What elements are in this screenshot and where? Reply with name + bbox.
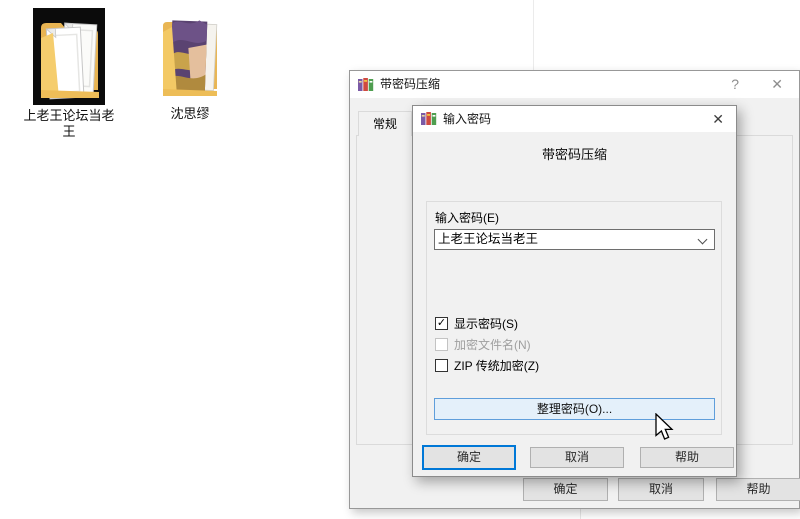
background-window-edge [533, 0, 534, 70]
encrypt-names-label: 加密文件名(N) [454, 337, 531, 352]
folder-label-1[interactable]: 上老王论坛当老王 [20, 108, 118, 140]
tab-general[interactable]: 常规 [358, 111, 412, 136]
checkbox-unchecked-icon[interactable] [435, 358, 448, 372]
password-combobox[interactable]: 上老王论坛当老王 [434, 229, 715, 250]
help-titlebar-button[interactable]: ? [731, 71, 739, 98]
folder-icon [41, 22, 99, 100]
close-icon[interactable]: ✕ [712, 106, 724, 132]
password-dialog-title: 输入密码 [443, 112, 492, 126]
encrypt-names-checkbox-row: 加密文件名(N) [435, 336, 531, 352]
background-window-edge-bottom [580, 509, 581, 519]
checkbox-checked-icon[interactable]: ✓ [435, 316, 448, 330]
password-input-label: 输入密码(E) [435, 211, 499, 225]
password-dialog: 输入密码 ✕ 带密码压缩 输入密码(E) 上老王论坛当老王 ✓ 显示密码(S) … [412, 105, 737, 477]
winrar-icon [358, 78, 374, 91]
password-dialog-titlebar[interactable]: 输入密码 ✕ [413, 106, 736, 132]
folder-label-2[interactable]: 沈思缪 [148, 106, 232, 122]
close-icon[interactable]: ✕ [771, 71, 783, 98]
cancel-button[interactable]: 取消 [618, 478, 704, 501]
ok-button[interactable]: 确定 [523, 478, 608, 501]
checkbox-disabled-icon [435, 337, 448, 351]
show-password-checkbox-row[interactable]: ✓ 显示密码(S) [435, 315, 518, 331]
winrar-icon [421, 112, 437, 125]
zip-legacy-label: ZIP 传统加密(Z) [454, 358, 540, 373]
mouse-cursor-icon [655, 413, 674, 440]
show-password-label: 显示密码(S) [454, 316, 518, 331]
ok-button[interactable]: 确定 [422, 445, 516, 470]
compress-dialog-title: 带密码压缩 [380, 77, 441, 91]
folder-photo-icon [163, 20, 218, 96]
help-button[interactable]: 帮助 [640, 447, 734, 468]
zip-legacy-checkbox-row[interactable]: ZIP 传统加密(Z) [435, 357, 539, 373]
password-groupbox: 输入密码(E) 上老王论坛当老王 ✓ 显示密码(S) 加密文件名(N) ZIP … [426, 201, 722, 435]
password-value: 上老王论坛当老王 [438, 232, 539, 246]
folder-icon-photos[interactable] [158, 14, 222, 102]
dialog-heading: 带密码压缩 [541, 147, 607, 162]
folder-icon-selected-highlight[interactable] [33, 8, 105, 105]
desktop: 上老王论坛当老王 沈思缪 带密码压缩 ? ✕ 常规 确定 取消 帮助 输入密码 … [0, 0, 800, 519]
help-button[interactable]: 帮助 [716, 478, 800, 501]
cancel-button[interactable]: 取消 [530, 447, 624, 468]
compress-dialog-titlebar[interactable]: 带密码压缩 ? ✕ [350, 71, 799, 98]
